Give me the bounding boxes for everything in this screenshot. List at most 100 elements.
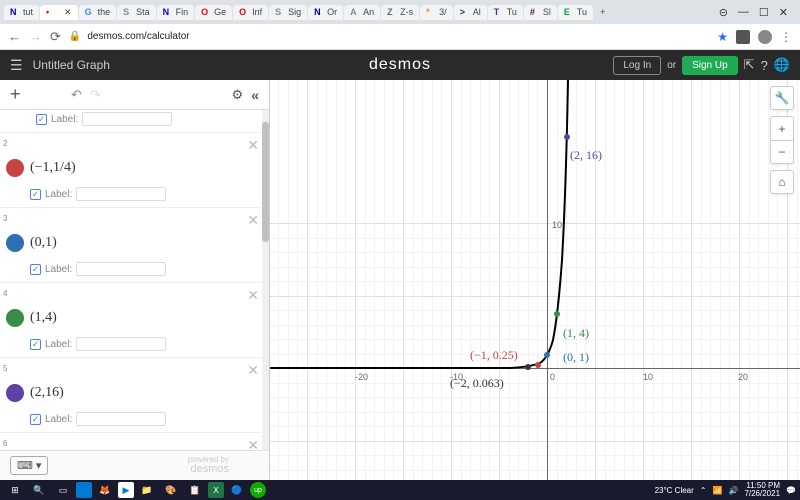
browser-tab[interactable]: •✕ — [40, 5, 78, 20]
expression-text[interactable]: (0,1) — [30, 235, 269, 251]
plotted-point[interactable] — [525, 364, 531, 370]
weather-widget[interactable]: 23°C Clear — [655, 486, 694, 495]
expression-row[interactable]: ✓Label: — [0, 110, 269, 133]
collapse-panel-icon[interactable]: « — [251, 87, 259, 103]
browser-tab[interactable]: >Al — [454, 5, 487, 20]
tb-firefox-icon[interactable]: 🦊 — [94, 482, 116, 498]
plotted-point[interactable] — [544, 352, 550, 358]
language-icon[interactable]: 🌐 — [774, 57, 790, 73]
minimize-icon[interactable]: — — [738, 6, 749, 19]
profile-icon[interactable] — [758, 30, 772, 44]
tb-app1-icon[interactable]: 🎨 — [160, 482, 182, 498]
extension-icon[interactable] — [736, 30, 750, 44]
label-checkbox[interactable]: ✓ — [30, 189, 41, 200]
remove-expression-icon[interactable]: ✕ — [247, 287, 259, 304]
zoom-out-button[interactable]: − — [770, 140, 794, 164]
label-input[interactable] — [76, 412, 166, 426]
expression-row[interactable]: 6 f(x) = 4x ✕ — [0, 433, 269, 450]
add-expression-button[interactable]: + — [10, 84, 21, 105]
browser-tab[interactable]: ZZ-s — [381, 5, 419, 20]
expression-row[interactable]: 5 (2,16) ✕ ✓Label: — [0, 358, 269, 433]
browser-tab[interactable]: OGe — [195, 5, 232, 20]
browser-tab[interactable]: NOr — [308, 5, 343, 20]
zoom-in-button[interactable]: + — [770, 116, 794, 140]
login-button[interactable]: Log In — [613, 56, 661, 75]
clock[interactable]: 11:50 PM 7/26/2021 — [744, 482, 780, 498]
expression-row[interactable]: 2 (−1,1/4) ✕ ✓Label: — [0, 133, 269, 208]
forward-button[interactable]: → — [29, 29, 42, 44]
browser-tab[interactable]: OInf — [233, 5, 268, 20]
remove-expression-icon[interactable]: ✕ — [247, 362, 259, 379]
browser-tab[interactable]: SSta — [117, 5, 156, 20]
browser-tab[interactable]: AAn — [344, 5, 380, 20]
expression-text[interactable]: (−1,1/4) — [30, 160, 269, 176]
expression-text[interactable]: (2,16) — [30, 385, 269, 401]
hamburger-icon[interactable]: ☰ — [10, 57, 23, 74]
label-input[interactable] — [76, 262, 166, 276]
start-button[interactable]: ⊞ — [4, 482, 26, 498]
taskview-icon[interactable]: ▭ — [52, 482, 74, 498]
keyboard-button[interactable]: ⌨ ▾ — [10, 456, 48, 475]
label-input[interactable] — [76, 337, 166, 351]
expression-row[interactable]: 3 (0,1) ✕ ✓Label: — [0, 208, 269, 283]
share-icon[interactable]: ⇱ — [744, 57, 755, 73]
tray-notifications-icon[interactable]: 💬 — [786, 486, 796, 495]
graph-title[interactable]: Untitled Graph — [33, 58, 110, 72]
tb-explorer-icon[interactable]: 📁 — [136, 482, 158, 498]
redo-button[interactable]: ↷ — [90, 87, 101, 103]
maximize-icon[interactable]: ☐ — [759, 6, 769, 19]
search-icon[interactable]: 🔍 — [28, 482, 50, 498]
browser-tab[interactable]: Gthe — [79, 5, 117, 20]
settings-gear-icon[interactable]: ⚙ — [232, 87, 244, 103]
tb-store-icon[interactable]: ▶ — [118, 482, 134, 498]
url-box[interactable]: 🔒 desmos.com/calculator — [69, 31, 709, 42]
tb-upwork-icon[interactable]: up — [250, 482, 266, 498]
browser-tab[interactable]: *3/ — [420, 5, 453, 20]
menu-icon[interactable]: ⋮ — [780, 30, 792, 44]
browser-tab[interactable]: ETu — [558, 5, 593, 20]
wrench-icon[interactable]: 🔧 — [770, 86, 794, 110]
browser-tab[interactable]: TTu — [488, 5, 523, 20]
help-icon[interactable]: ? — [761, 58, 768, 73]
undo-button[interactable]: ↶ — [71, 87, 82, 103]
tray-chevron-icon[interactable]: ⌃ — [700, 486, 707, 495]
tb-edge-icon[interactable] — [76, 482, 92, 498]
color-dot-icon[interactable] — [6, 384, 24, 402]
close-icon[interactable]: ✕ — [779, 6, 788, 19]
tb-app2-icon[interactable]: 📋 — [184, 482, 206, 498]
browser-tab[interactable]: NFin — [157, 5, 195, 20]
label-checkbox[interactable]: ✓ — [30, 414, 41, 425]
expression-row[interactable]: 4 (1,4) ✕ ✓Label: — [0, 283, 269, 358]
scrollbar-thumb[interactable] — [262, 122, 269, 242]
signup-button[interactable]: Sign Up — [682, 56, 738, 75]
browser-tab[interactable]: #Sl — [524, 5, 557, 20]
bookmark-star-icon[interactable]: ★ — [717, 30, 728, 44]
plotted-point[interactable] — [564, 134, 570, 140]
label-input[interactable] — [82, 112, 172, 126]
home-button[interactable]: ⌂ — [770, 170, 794, 194]
expression-list[interactable]: ✓Label: 2 (−1,1/4) ✕ ✓Label:3 (0,1) ✕ ✓L… — [0, 110, 269, 450]
scrollbar-track[interactable] — [262, 110, 269, 450]
browser-tab[interactable]: SSig — [269, 5, 307, 20]
label-checkbox[interactable]: ✓ — [36, 114, 47, 125]
remove-expression-icon[interactable]: ✕ — [247, 437, 259, 450]
tb-excel-icon[interactable]: X — [208, 482, 224, 498]
back-button[interactable]: ← — [8, 29, 21, 44]
label-checkbox[interactable]: ✓ — [30, 264, 41, 275]
browser-tab[interactable]: Ntut — [4, 5, 39, 20]
tray-wifi-icon[interactable]: 📶 — [713, 486, 723, 495]
color-dot-icon[interactable] — [6, 309, 24, 327]
plotted-point[interactable] — [554, 311, 560, 317]
color-dot-icon[interactable] — [6, 159, 24, 177]
expression-text[interactable]: (1,4) — [30, 310, 269, 326]
label-checkbox[interactable]: ✓ — [30, 339, 41, 350]
color-dot-icon[interactable] — [6, 234, 24, 252]
chrome-menu-icon[interactable]: ⊝ — [719, 6, 728, 19]
reload-button[interactable]: ⟳ — [50, 29, 61, 45]
plotted-point[interactable] — [535, 362, 541, 368]
label-input[interactable] — [76, 187, 166, 201]
tray-volume-icon[interactable]: 🔊 — [728, 486, 738, 495]
graph-canvas[interactable]: (2, 16)(1, 4)(0, 1)(−1, 0.25)(−2, 0.063)… — [270, 80, 800, 480]
remove-expression-icon[interactable]: ✕ — [247, 212, 259, 229]
new-tab-button[interactable]: + — [594, 7, 611, 17]
